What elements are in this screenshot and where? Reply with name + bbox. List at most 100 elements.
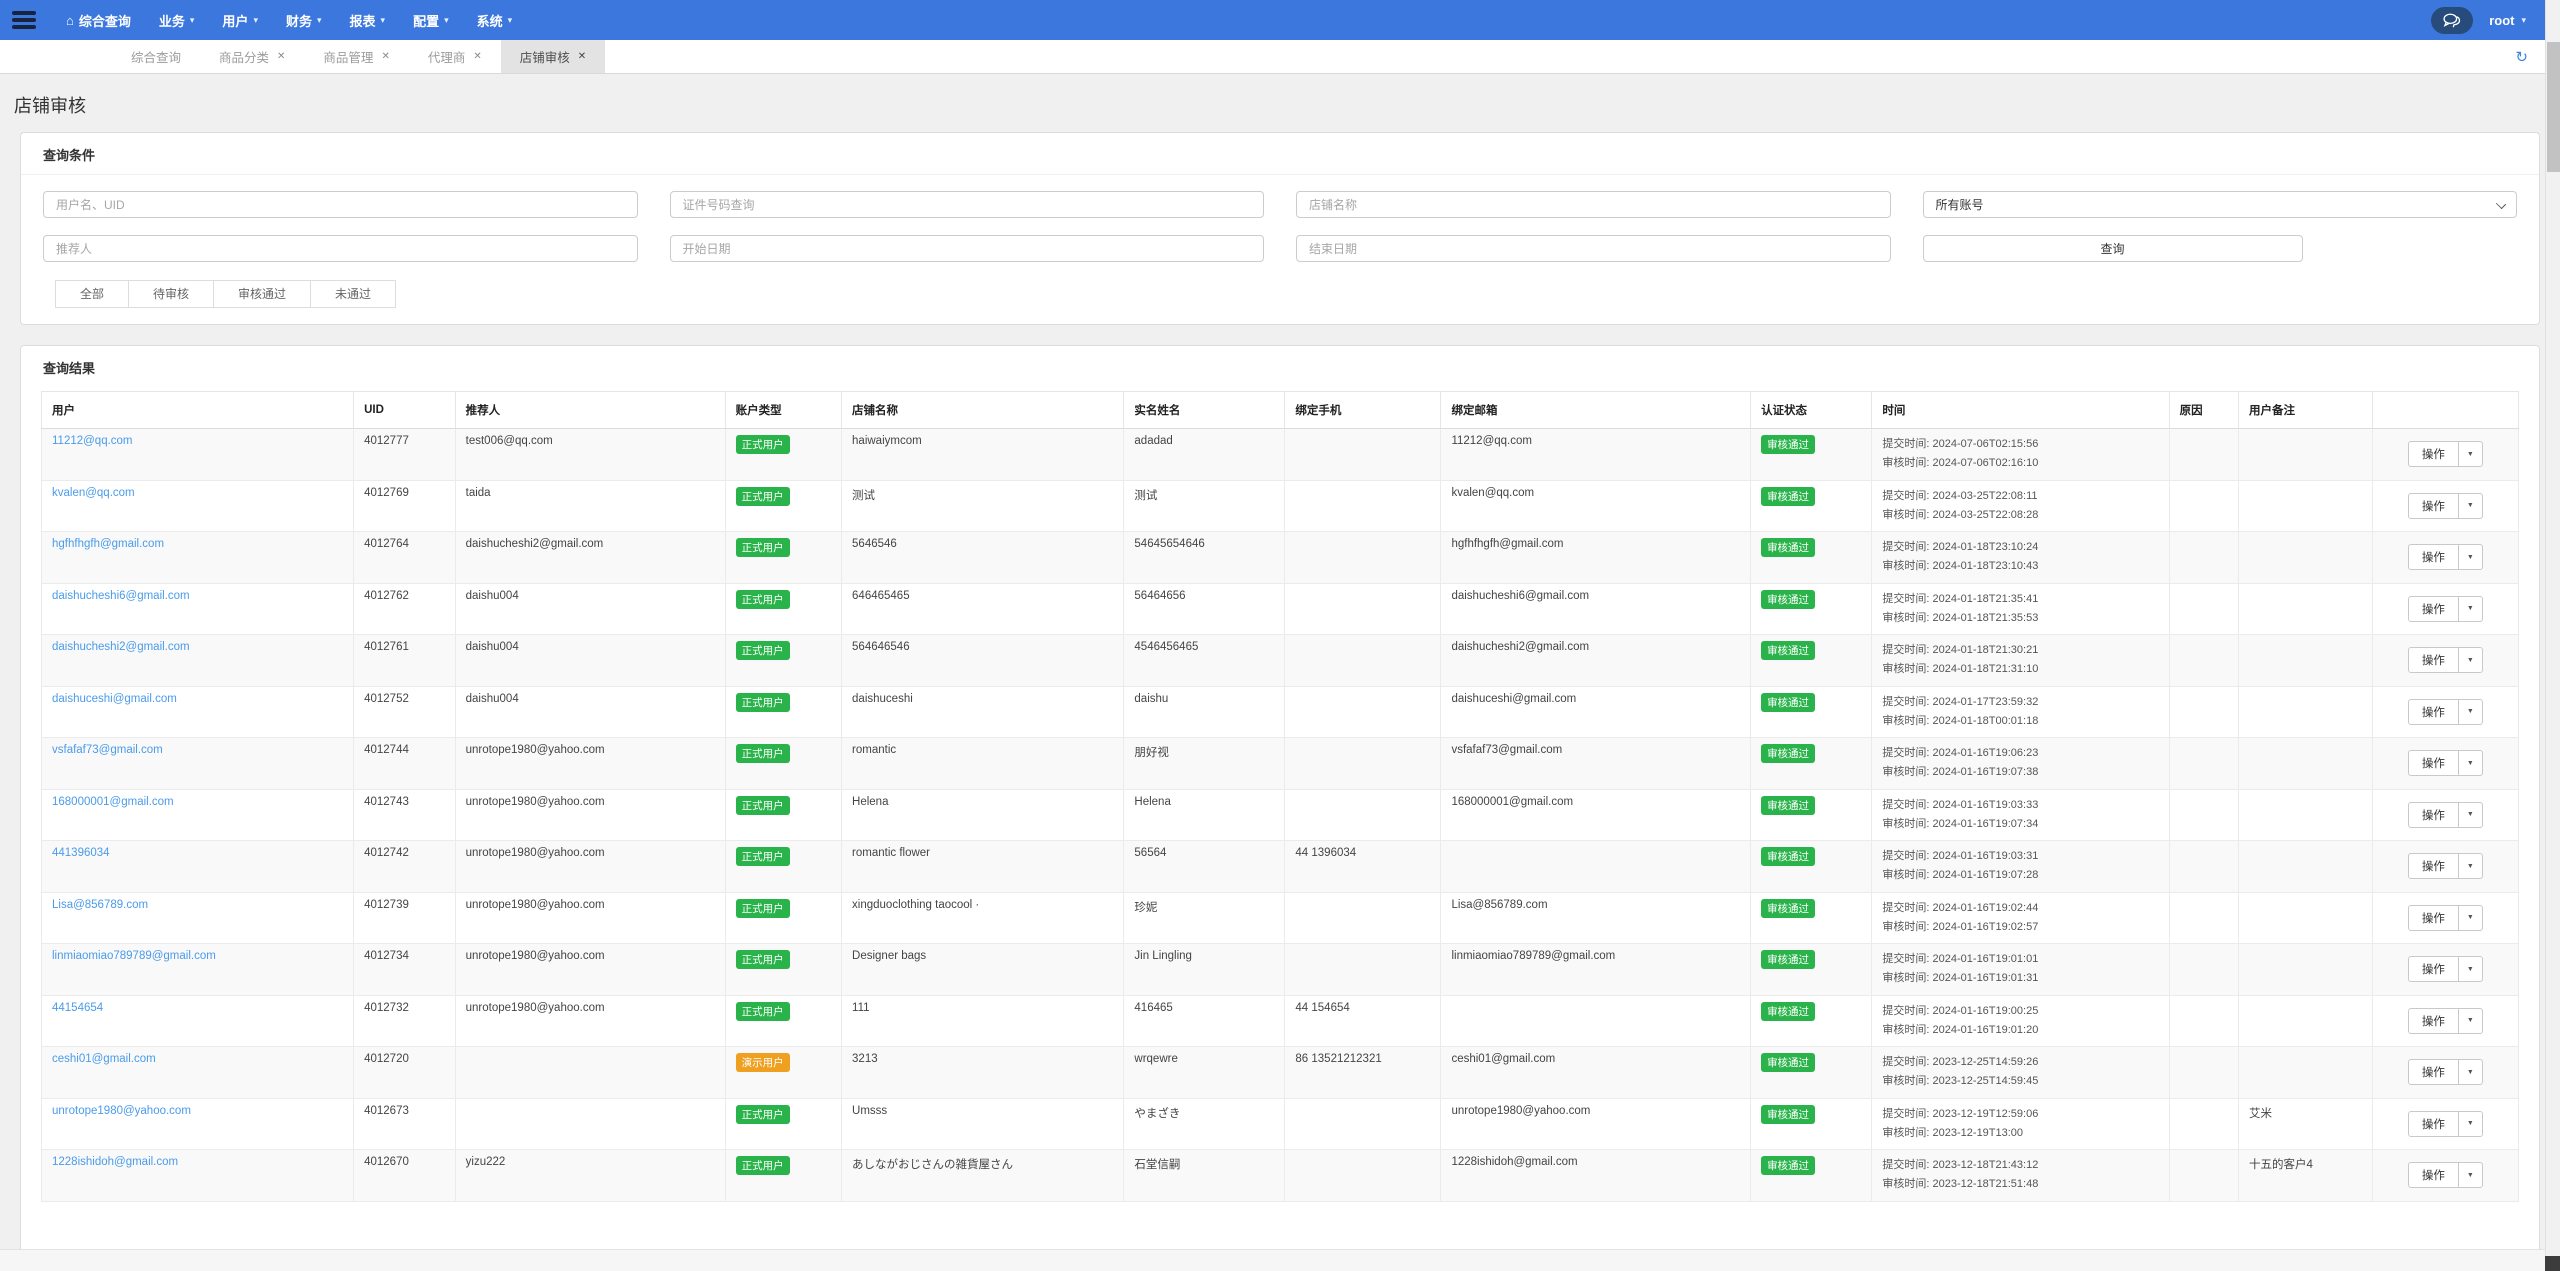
tab-product-manage[interactable]: 商品管理 ✕ (304, 40, 408, 73)
action-dropdown-icon[interactable]: ▼ (2458, 803, 2482, 827)
action-dropdown-icon[interactable]: ▼ (2458, 700, 2482, 724)
status-tab-approved[interactable]: 审核通过 (213, 280, 311, 308)
action-dropdown-icon[interactable]: ▼ (2458, 494, 2482, 518)
action-dropdown-icon[interactable]: ▼ (2458, 1112, 2482, 1136)
action-button[interactable]: 操作 (2409, 700, 2458, 724)
action-button[interactable]: 操作 (2409, 1009, 2458, 1033)
nav-item-user[interactable]: 用户 ▾ (222, 11, 258, 30)
action-button[interactable]: 操作 (2409, 854, 2458, 878)
action-split-button[interactable]: 操作 ▼ (2408, 647, 2483, 673)
action-dropdown-icon[interactable]: ▼ (2458, 1009, 2482, 1033)
tab-overview[interactable]: 综合查询 (112, 40, 200, 73)
action-button[interactable]: 操作 (2409, 803, 2458, 827)
action-dropdown-icon[interactable]: ▼ (2458, 1163, 2482, 1187)
action-split-button[interactable]: 操作 ▼ (2408, 493, 2483, 519)
nav-item-config[interactable]: 配置 ▾ (413, 11, 449, 30)
user-link[interactable]: 44154654 (52, 1002, 103, 1014)
action-button[interactable]: 操作 (2409, 906, 2458, 930)
id-number-input[interactable] (670, 191, 1265, 218)
cell-uid: 4012732 (354, 995, 456, 1047)
user-link[interactable]: kvalen@qq.com (52, 487, 135, 499)
action-dropdown-icon[interactable]: ▼ (2458, 906, 2482, 930)
tab-product-category[interactable]: 商品分类 ✕ (200, 40, 304, 73)
status-tab-pending[interactable]: 待审核 (128, 280, 214, 308)
close-icon[interactable]: ✕ (578, 51, 586, 62)
user-link[interactable]: daishucheshi6@gmail.com (52, 590, 190, 602)
nav-item-report[interactable]: 报表 ▾ (350, 11, 386, 30)
action-split-button[interactable]: 操作 ▼ (2408, 1059, 2483, 1085)
nav-item-overview[interactable]: ⌂ 综合查询 (66, 11, 131, 30)
action-button[interactable]: 操作 (2409, 597, 2458, 621)
user-link[interactable]: linmiaomiao789789@gmail.com (52, 950, 216, 962)
end-date-input[interactable] (1296, 235, 1891, 262)
shop-name-input[interactable] (1296, 191, 1891, 218)
account-type-select[interactable]: 所有账号 (1923, 191, 2518, 218)
action-button[interactable]: 操作 (2409, 494, 2458, 518)
action-split-button[interactable]: 操作 ▼ (2408, 441, 2483, 467)
referrer-input[interactable] (43, 235, 638, 262)
nav-item-system[interactable]: 系统 ▾ (477, 11, 513, 30)
user-link[interactable]: daishuceshi@gmail.com (52, 693, 177, 705)
user-link[interactable]: 441396034 (52, 847, 110, 859)
action-button[interactable]: 操作 (2409, 751, 2458, 775)
scrollbar-thumb[interactable] (2547, 42, 2560, 172)
query-button[interactable]: 查询 (1923, 235, 2303, 262)
user-link[interactable]: daishucheshi2@gmail.com (52, 641, 190, 653)
submit-time: 提交时间: 2023-12-25T14:59:26 (1882, 1053, 2158, 1072)
user-link[interactable]: Lisa@856789.com (52, 899, 148, 911)
username-uid-input[interactable] (43, 191, 638, 218)
action-button[interactable]: 操作 (2409, 442, 2458, 466)
nav-item-finance[interactable]: 财务 ▾ (286, 11, 322, 30)
action-split-button[interactable]: 操作 ▼ (2408, 1162, 2483, 1188)
action-dropdown-icon[interactable]: ▼ (2458, 597, 2482, 621)
tab-agent[interactable]: 代理商 ✕ (409, 40, 501, 73)
action-split-button[interactable]: 操作 ▼ (2408, 956, 2483, 982)
action-button[interactable]: 操作 (2409, 1163, 2458, 1187)
action-dropdown-icon[interactable]: ▼ (2458, 1060, 2482, 1084)
action-dropdown-icon[interactable]: ▼ (2458, 648, 2482, 672)
action-button[interactable]: 操作 (2409, 648, 2458, 672)
user-link[interactable]: ceshi01@gmail.com (52, 1053, 156, 1065)
action-split-button[interactable]: 操作 ▼ (2408, 596, 2483, 622)
action-button[interactable]: 操作 (2409, 1112, 2458, 1136)
action-split-button[interactable]: 操作 ▼ (2408, 699, 2483, 725)
action-split-button[interactable]: 操作 ▼ (2408, 750, 2483, 776)
status-tab-rejected[interactable]: 未通过 (310, 280, 396, 308)
action-split-button[interactable]: 操作 ▼ (2408, 1111, 2483, 1137)
close-icon[interactable]: ✕ (473, 51, 481, 62)
scrollbar[interactable] (2545, 0, 2560, 1271)
action-dropdown-icon[interactable]: ▼ (2458, 854, 2482, 878)
menu-icon[interactable] (12, 11, 36, 29)
tab-shop-audit[interactable]: 店铺审核 ✕ (501, 40, 605, 73)
action-dropdown-icon[interactable]: ▼ (2458, 957, 2482, 981)
col-reason: 原因 (2169, 392, 2238, 429)
user-link[interactable]: 11212@qq.com (52, 435, 133, 447)
action-split-button[interactable]: 操作 ▼ (2408, 802, 2483, 828)
status-tab-all[interactable]: 全部 (55, 280, 129, 308)
user-link[interactable]: vsfafaf73@gmail.com (52, 744, 163, 756)
user-link[interactable]: 1228ishidoh@gmail.com (52, 1156, 178, 1168)
user-link[interactable]: 168000001@gmail.com (52, 796, 174, 808)
action-button[interactable]: 操作 (2409, 957, 2458, 981)
cell-actions: 操作 ▼ (2372, 583, 2518, 635)
action-dropdown-icon[interactable]: ▼ (2458, 751, 2482, 775)
user-link[interactable]: unrotope1980@yahoo.com (52, 1105, 191, 1117)
user-link[interactable]: hgfhfhgfh@gmail.com (52, 538, 164, 550)
action-split-button[interactable]: 操作 ▼ (2408, 1008, 2483, 1034)
action-button[interactable]: 操作 (2409, 545, 2458, 569)
action-button[interactable]: 操作 (2409, 1060, 2458, 1084)
action-dropdown-icon[interactable]: ▼ (2458, 442, 2482, 466)
start-date-input[interactable] (670, 235, 1265, 262)
cell-phone (1285, 583, 1441, 635)
refresh-icon[interactable]: ↻ (2515, 40, 2528, 74)
user-menu[interactable]: root ▾ (2489, 13, 2526, 28)
cell-email: vsfafaf73@gmail.com (1441, 738, 1751, 790)
action-dropdown-icon[interactable]: ▼ (2458, 545, 2482, 569)
action-split-button[interactable]: 操作 ▼ (2408, 853, 2483, 879)
action-split-button[interactable]: 操作 ▼ (2408, 544, 2483, 570)
chat-button[interactable] (2431, 7, 2473, 34)
action-split-button[interactable]: 操作 ▼ (2408, 905, 2483, 931)
nav-item-business[interactable]: 业务 ▾ (159, 11, 195, 30)
close-icon[interactable]: ✕ (277, 51, 285, 62)
close-icon[interactable]: ✕ (381, 51, 389, 62)
